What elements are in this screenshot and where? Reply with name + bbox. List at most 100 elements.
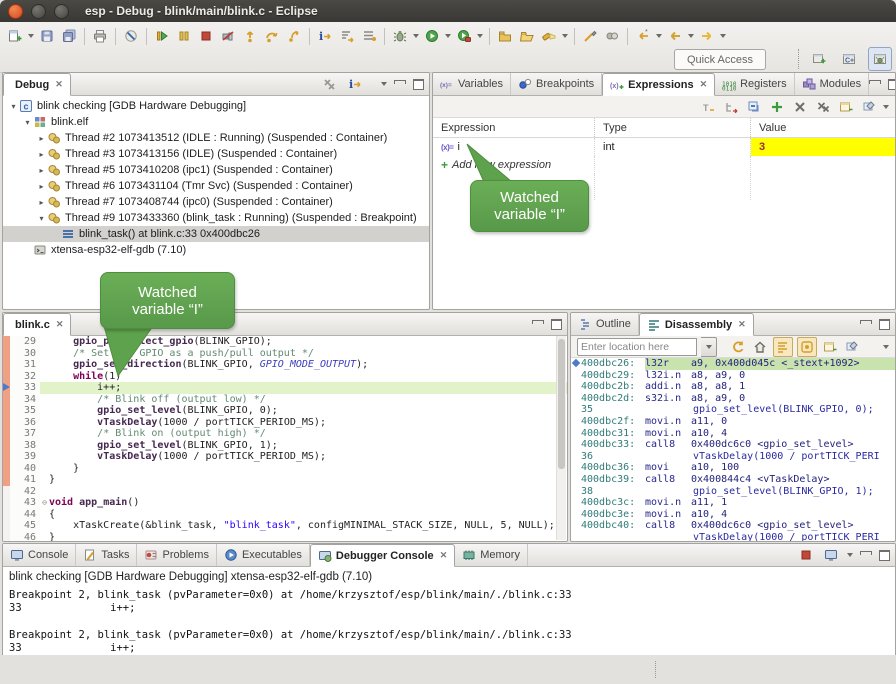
gutter-annotation[interactable] [3, 336, 10, 348]
run-launch-dropdown[interactable] [443, 25, 453, 47]
tree-expander-icon[interactable]: ▾ [37, 214, 46, 223]
window-maximize-button[interactable] [54, 4, 69, 19]
gutter-annotation[interactable] [3, 451, 10, 463]
debug-perspective-button[interactable] [868, 47, 892, 71]
view-menu-icon[interactable] [883, 105, 889, 109]
debug-tree-row[interactable]: ▾blink.elf [3, 114, 429, 130]
external-tools-dropdown[interactable] [475, 25, 485, 47]
maximize-icon[interactable] [551, 319, 562, 330]
tab-disassembly[interactable]: Disassembly✕ [639, 313, 754, 336]
tree-expander-icon[interactable]: ▸ [37, 166, 46, 175]
column-type[interactable]: Type [595, 118, 751, 137]
last-edit-location-button[interactable]: * [632, 25, 654, 47]
save-button[interactable] [36, 25, 58, 47]
tab-registers[interactable]: 10100110Registers [715, 73, 794, 95]
tab-modules[interactable]: Modules [795, 73, 870, 95]
save-all-button[interactable] [58, 25, 80, 47]
minimize-icon[interactable] [869, 80, 881, 84]
tab-console[interactable]: Console [3, 544, 76, 566]
tree-expander-icon[interactable]: ▸ [37, 182, 46, 191]
cpp-perspective-button[interactable]: C+ [838, 48, 860, 70]
debug-tree-row[interactable]: ▸Thread #6 1073431104 (Tmr Svc) (Suspend… [3, 178, 429, 194]
gutter-annotation[interactable] [3, 463, 10, 475]
minimize-icon[interactable] [394, 80, 406, 84]
forward-dropdown[interactable] [718, 25, 728, 47]
tab-breakpoints[interactable]: Breakpoints [511, 73, 602, 95]
open-resource-button[interactable] [516, 25, 538, 47]
maximize-icon[interactable] [879, 319, 890, 330]
terminate-button[interactable] [195, 25, 217, 47]
gutter-annotation[interactable] [3, 394, 10, 406]
debug-tree-row[interactable]: ▸Thread #3 1073413156 (IDLE) (Suspended … [3, 146, 429, 162]
gutter-annotation[interactable] [3, 405, 10, 417]
tab-debug[interactable]: Debug✕ [3, 73, 71, 96]
back-dropdown[interactable] [686, 25, 696, 47]
sync-context-button[interactable] [797, 337, 817, 357]
debug-launch-dropdown[interactable] [411, 25, 421, 47]
skip-all-breakpoints-button[interactable] [120, 25, 142, 47]
gutter-annotation[interactable] [3, 348, 10, 360]
terminate-console-button[interactable] [797, 546, 815, 564]
tree-expander-icon[interactable]: ▾ [9, 102, 18, 111]
show-type-names-button[interactable]: T [699, 98, 717, 116]
instruction-stepping-button[interactable]: i [346, 75, 364, 93]
pin-view-button[interactable] [860, 98, 878, 116]
resume-button[interactable] [151, 25, 173, 47]
view-menu-icon[interactable] [381, 82, 387, 86]
debug-tree-row[interactable]: ▸Thread #7 1073408744 (ipc0) (Suspended … [3, 194, 429, 210]
gutter-annotation[interactable] [3, 474, 10, 486]
tab-close-icon[interactable]: ✕ [440, 550, 448, 561]
gutter-annotation[interactable] [3, 428, 10, 440]
run-launch-button[interactable] [421, 25, 443, 47]
gutter-annotation[interactable] [3, 440, 10, 452]
remove-all-expressions-button[interactable] [814, 98, 832, 116]
gutter-annotation[interactable] [3, 509, 10, 521]
minimize-icon[interactable] [532, 320, 544, 324]
debug-tree-row[interactable]: xtensa-esp32-elf-gdb (7.10) [3, 242, 429, 258]
refresh-button[interactable] [729, 338, 747, 356]
print-button[interactable] [89, 25, 111, 47]
location-input[interactable]: Enter location here [577, 338, 697, 356]
column-expression[interactable]: Expression [433, 118, 595, 137]
add-expression-button[interactable] [768, 98, 786, 116]
disconnect-button[interactable] [217, 25, 239, 47]
step-into-button[interactable] [239, 25, 261, 47]
gutter-annotation[interactable] [3, 417, 10, 429]
tab-debugger-console[interactable]: Debugger Console✕ [310, 544, 455, 567]
external-tools-button[interactable] [453, 25, 475, 47]
forward-button[interactable] [696, 25, 718, 47]
gutter-annotation[interactable] [3, 520, 10, 532]
tab-outline[interactable]: Outline [571, 313, 639, 335]
tab-problems[interactable]: Problems [137, 544, 216, 566]
collapse-all-button[interactable] [745, 98, 763, 116]
console-output[interactable]: blink checking [GDB Hardware Debugging] … [3, 567, 895, 657]
gutter-annotation[interactable] [3, 486, 10, 498]
tab-executables[interactable]: Executables [217, 544, 310, 566]
editor-scrollbar[interactable] [556, 336, 566, 540]
suspend-button[interactable] [173, 25, 195, 47]
tab-close-icon[interactable]: ✕ [56, 319, 64, 330]
tab-close-icon[interactable]: ✕ [700, 79, 708, 90]
tab-close-icon[interactable]: ✕ [55, 79, 63, 90]
code-editor[interactable]: 29 gpio_pad_select_gpio(BLINK_GPIO);30 /… [3, 336, 567, 542]
tab-expressions[interactable]: (x)Expressions✕ [602, 73, 715, 96]
fold-marker-icon[interactable]: ⊖ [40, 497, 49, 509]
tab-blink-c[interactable]: blink.c✕ [3, 313, 71, 336]
debug-tree-row[interactable]: ▾Thread #9 1073433360 (blink_task : Runn… [3, 210, 429, 226]
tree-expander-icon[interactable]: ▾ [23, 118, 32, 127]
search-button[interactable] [538, 25, 560, 47]
use-step-filters-button[interactable] [336, 25, 358, 47]
step-over-button[interactable] [261, 25, 283, 47]
remove-expression-button[interactable] [791, 98, 809, 116]
gutter-annotation[interactable] [3, 371, 10, 383]
last-edit-location-dropdown[interactable] [654, 25, 664, 47]
window-close-button[interactable] [8, 4, 23, 19]
debug-tree-row[interactable]: blink_task() at blink.c:33 0x400dbc26 [3, 226, 429, 242]
window-minimize-button[interactable] [31, 4, 46, 19]
maximize-icon[interactable] [413, 79, 424, 90]
open-perspective-button[interactable] [808, 48, 830, 70]
remove-all-terminated-button[interactable] [320, 75, 338, 93]
show-source-button[interactable] [773, 337, 793, 357]
back-button[interactable] [664, 25, 686, 47]
expression-value-cell[interactable]: 3 [751, 138, 895, 156]
